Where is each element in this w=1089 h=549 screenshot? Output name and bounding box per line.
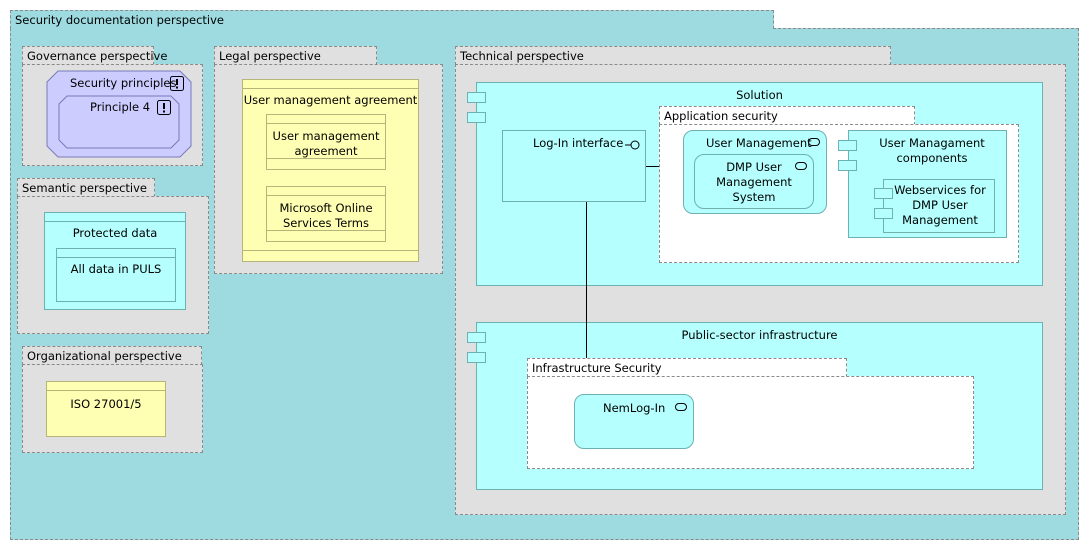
webservices-node[interactable]: Webservices for DMP User Management xyxy=(883,179,995,233)
infrasec-title: Infrastructure Security xyxy=(532,361,662,375)
semantic-title: Semantic perspective xyxy=(22,181,147,195)
governance-group-tab[interactable]: Governance perspective xyxy=(22,46,167,65)
user-management-label: User Management xyxy=(706,136,812,150)
dmp-label: DMP User Management System xyxy=(716,160,792,204)
semantic-group-tab[interactable]: Semantic perspective xyxy=(17,178,155,197)
agreement-inner-bottom-line xyxy=(267,158,385,159)
protected-data-label: Protected data xyxy=(72,226,158,240)
legal-group-tab[interactable]: Legal perspective xyxy=(214,46,377,65)
root-group-title: Security documentation perspective xyxy=(15,13,225,27)
component-icon xyxy=(874,188,893,199)
agreement-outer-label: User management agreement xyxy=(243,93,418,107)
root-group-tab[interactable]: Security documentation perspective xyxy=(10,10,774,29)
solution-label: Solution xyxy=(736,88,783,102)
solution-component-icon xyxy=(467,112,486,123)
infrasec-group-tab[interactable]: Infrastructure Security xyxy=(527,358,847,377)
service-icon xyxy=(808,138,820,146)
login-label: Log-In interface xyxy=(533,136,624,150)
component-icon xyxy=(874,208,893,219)
agreement-outer-bottom-line xyxy=(243,250,418,251)
governance-title: Governance perspective xyxy=(27,49,168,63)
organizational-group-tab[interactable]: Organizational perspective xyxy=(22,346,202,365)
component-icon xyxy=(838,140,857,151)
login-interface[interactable]: Log-In interface xyxy=(502,130,646,202)
agreement-inner[interactable]: User management agreement xyxy=(266,114,386,170)
infra-component-icon xyxy=(467,352,486,363)
ms-terms-label: Microsoft Online Services Terms xyxy=(279,201,373,230)
login-to-appsec-connector xyxy=(646,166,659,167)
iso-header-line xyxy=(47,390,165,391)
technical-group-tab[interactable]: Technical perspective xyxy=(455,46,891,65)
principle-icon xyxy=(157,100,171,115)
agreement-outer-line xyxy=(243,88,418,89)
webservices-label: Webservices for DMP User Management xyxy=(894,183,986,227)
nemlogin-service[interactable]: NemLog-In xyxy=(574,394,694,449)
nemlogin-label: NemLog-In xyxy=(603,401,666,415)
ms-terms-line xyxy=(267,195,385,196)
organizational-title: Organizational perspective xyxy=(27,349,182,363)
component-icon xyxy=(838,160,857,171)
technical-title: Technical perspective xyxy=(460,49,584,63)
infra-component-icon xyxy=(467,332,486,343)
dmp-service[interactable]: DMP User Management System xyxy=(694,154,814,209)
appsec-title: Application security xyxy=(664,109,778,123)
components-label: User Managament components xyxy=(879,136,985,165)
service-icon xyxy=(675,403,687,411)
service-icon xyxy=(795,162,807,170)
public-infra-label: Public-sector infrastructure xyxy=(681,328,838,342)
root-group-top-border xyxy=(773,28,1079,29)
security-principles-label: Security principles xyxy=(70,76,177,90)
all-data-line xyxy=(57,257,175,258)
solution-component-icon xyxy=(467,92,486,103)
ms-terms-object[interactable]: Microsoft Online Services Terms xyxy=(266,186,386,242)
interface-icon xyxy=(625,140,640,150)
all-data-label: All data in PULS xyxy=(70,262,162,276)
principle-icon xyxy=(170,76,184,91)
protected-data-header-line xyxy=(45,221,185,222)
appsec-group-tab[interactable]: Application security xyxy=(659,106,915,125)
agreement-inner-line xyxy=(267,123,385,124)
agreement-inner-label: User management agreement xyxy=(272,129,380,158)
legal-title: Legal perspective xyxy=(219,49,321,63)
iso-label: ISO 27001/5 xyxy=(70,397,142,411)
iso-object[interactable]: ISO 27001/5 xyxy=(46,381,166,437)
login-to-infrasec-connector xyxy=(586,202,587,358)
principle-4-label: Principle 4 xyxy=(90,100,151,114)
ms-terms-bottom-line xyxy=(267,230,385,231)
all-data-object[interactable]: All data in PULS xyxy=(56,248,176,302)
